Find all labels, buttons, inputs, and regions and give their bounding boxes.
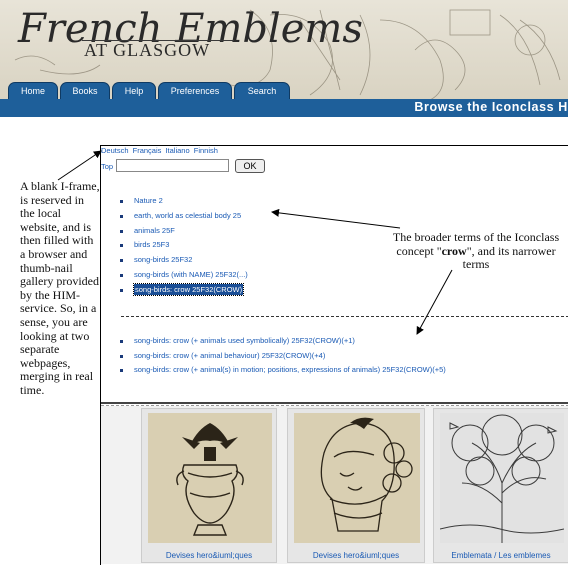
arrow-to-iframe bbox=[57, 150, 102, 181]
annotation-arrows bbox=[57, 150, 453, 335]
arrow-to-broader-terms bbox=[271, 208, 401, 229]
arrow-to-narrower-terms bbox=[416, 269, 453, 335]
